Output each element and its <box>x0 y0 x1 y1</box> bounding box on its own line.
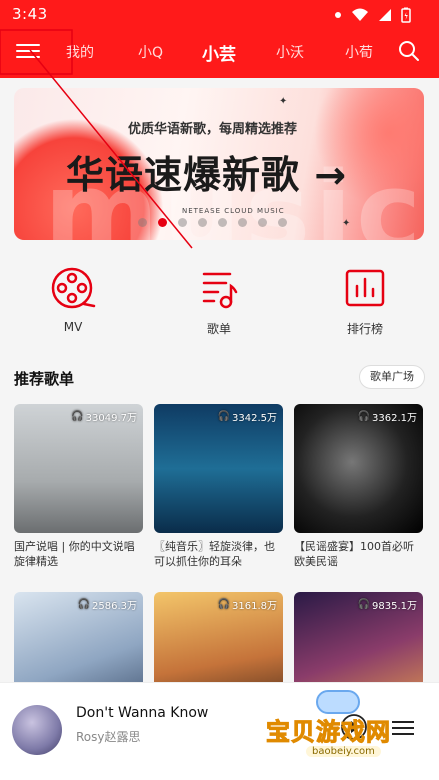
banner-headline: 华语速爆新歌 → <box>66 153 348 197</box>
quick-entry-playlist[interactable]: 歌单 <box>174 266 264 337</box>
menu-line <box>16 44 40 46</box>
play-count: 🎧 2586.3万 <box>78 597 137 612</box>
battery-icon <box>401 7 411 23</box>
headphones-icon: 🎧 <box>77 599 90 610</box>
carousel-dot[interactable] <box>238 218 247 227</box>
banner-carousel[interactable]: music ✦ ✦ 优质华语新歌，每周精选推荐 华语速爆新歌 → NETEASE… <box>14 88 424 240</box>
playlist-card[interactable]: 🎧 3342.5万 〖纯音乐〗轻旋淡律，也可以抓住你的耳朵 <box>154 404 283 569</box>
menu-line <box>16 50 40 52</box>
top-bar: 3:43 我的 小Q 小芸 小沃 小荀 <box>0 0 439 78</box>
carousel-dot[interactable] <box>278 218 287 227</box>
section-title: 推荐歌单 <box>14 370 75 388</box>
menu-line <box>16 56 40 58</box>
quick-entry-label: 排行榜 <box>346 322 383 336</box>
banner-page-indicator <box>138 218 287 227</box>
carousel-dot[interactable] <box>258 218 267 227</box>
queue-line <box>392 733 414 735</box>
headphones-icon: 🎧 <box>217 599 230 610</box>
menu-button[interactable] <box>16 40 40 64</box>
playlist-square-button[interactable]: 歌单广场 <box>359 365 425 389</box>
playlist-card[interactable]: 🎧 3362.1万 【民谣盛宴】100首必听欧美民谣 <box>294 404 423 569</box>
play-count-value: 3362.1万 <box>372 413 417 424</box>
playlist-cover: 🎧 3362.1万 <box>294 404 423 533</box>
queue-line <box>392 721 414 723</box>
playlist-title: 国产说唱 | 你的中文说唱旋律精选 <box>14 540 135 568</box>
play-count: 🎧 3362.1万 <box>358 409 417 424</box>
sparkle-icon: ✦ <box>342 218 351 229</box>
wifi-icon <box>351 7 369 23</box>
banner-brand: NETEASE CLOUD MUSIC <box>182 207 285 215</box>
song-artist: Rosy赵露思 <box>76 730 141 744</box>
quick-entry-mv[interactable]: MV <box>28 266 118 334</box>
sparkle-icon: ✦ <box>279 96 288 107</box>
headphones-icon: 🎧 <box>357 599 370 610</box>
search-icon[interactable] <box>397 39 421 63</box>
headphones-icon: 🎧 <box>217 411 230 422</box>
carousel-dot[interactable] <box>198 218 207 227</box>
song-title: Don't Wanna Know <box>76 705 209 721</box>
headphones-icon: 🎧 <box>71 411 84 422</box>
tab-xiaoyun[interactable]: 小芸 <box>202 40 236 65</box>
carousel-dot[interactable] <box>218 218 227 227</box>
tab-mine[interactable]: 我的 <box>66 42 94 62</box>
tab-xiaowo[interactable]: 小沃 <box>276 42 304 62</box>
quick-entry-label: MV <box>63 320 83 334</box>
play-count-value: 2586.3万 <box>92 601 137 612</box>
play-count: 🎧 33049.7万 <box>71 409 137 424</box>
status-time: 3:43 <box>12 5 48 23</box>
tab-xiaoq[interactable]: 小Q <box>138 42 163 62</box>
quick-entry-label: 歌单 <box>206 322 231 336</box>
signal-dot-icon <box>333 7 343 23</box>
playlist-note-icon <box>202 272 238 309</box>
playlist-queue-button[interactable] <box>392 717 414 737</box>
play-count: 🎧 9835.1万 <box>358 597 417 612</box>
playlist-cover: 🎧 3342.5万 <box>154 404 283 533</box>
carousel-dot[interactable] <box>178 218 187 227</box>
play-count-value: 3161.8万 <box>232 601 277 612</box>
playlist-title: 【民谣盛宴】100首必听欧美民谣 <box>294 540 414 568</box>
queue-line <box>392 727 414 729</box>
play-count: 🎧 3161.8万 <box>218 597 277 612</box>
tab-xiaoxun[interactable]: 小荀 <box>345 42 373 62</box>
quick-entry-charts[interactable]: 排行榜 <box>320 266 410 337</box>
album-art[interactable] <box>12 705 62 755</box>
playlist-card[interactable]: 🎧 33049.7万 国产说唱 | 你的中文说唱旋律精选 <box>14 404 143 569</box>
banner-subtitle: 优质华语新歌，每周精选推荐 <box>128 122 298 137</box>
play-icon <box>341 714 367 740</box>
status-icons <box>333 7 411 23</box>
playlist-title: 〖纯音乐〗轻旋淡律，也可以抓住你的耳朵 <box>154 540 275 568</box>
cell-signal-icon <box>377 7 393 23</box>
carousel-dot[interactable] <box>138 218 147 227</box>
film-reel-icon <box>51 267 96 309</box>
play-count-value: 9835.1万 <box>372 601 417 612</box>
top-nav: 我的 小Q 小芸 小沃 小荀 <box>0 30 439 74</box>
chart-bars-icon <box>345 269 385 307</box>
carousel-dot[interactable] <box>158 218 167 227</box>
play-count: 🎧 3342.5万 <box>218 409 277 424</box>
play-button[interactable] <box>340 713 368 741</box>
playlist-cover: 🎧 33049.7万 <box>14 404 143 533</box>
play-count-value: 3342.5万 <box>232 413 277 424</box>
headphones-icon: 🎧 <box>357 411 370 422</box>
status-bar: 3:43 <box>0 0 439 30</box>
play-count-value: 33049.7万 <box>85 413 137 424</box>
mini-player[interactable]: Don't Wanna Know Rosy赵露思 <box>0 682 439 780</box>
